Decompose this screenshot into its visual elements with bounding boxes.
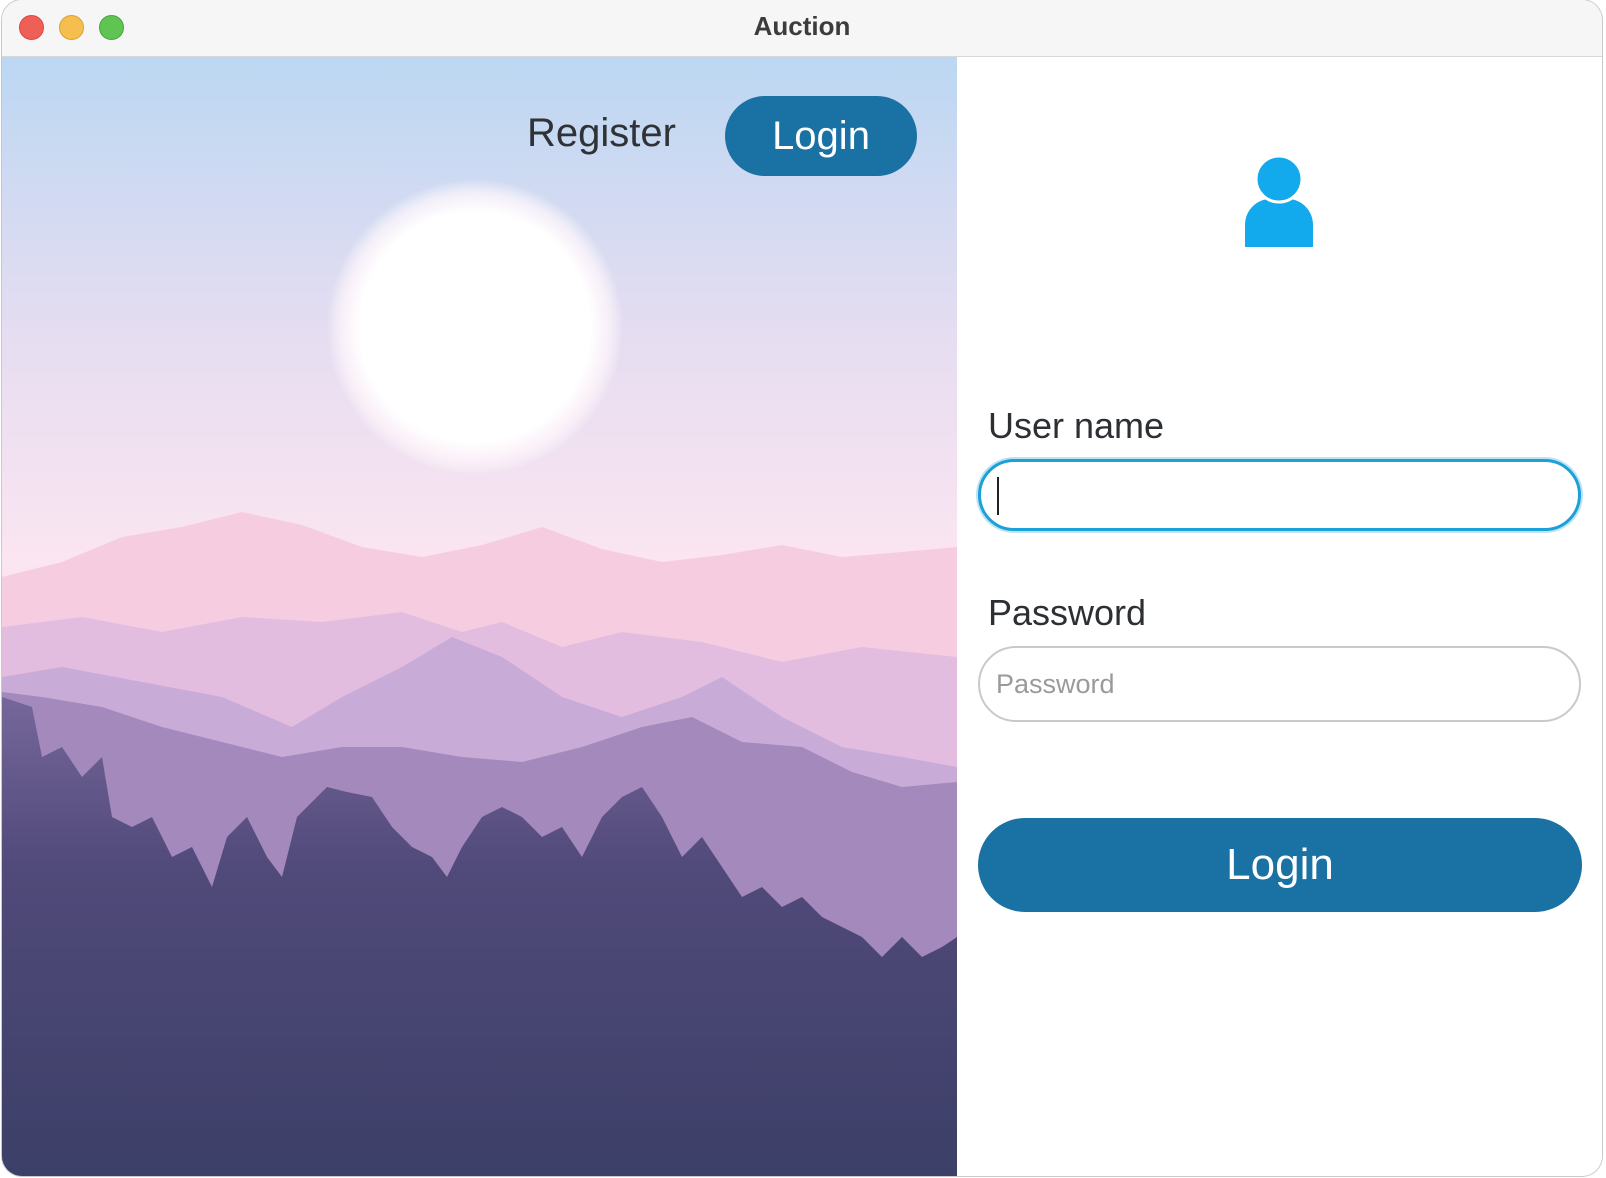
window-title: Auction [753, 11, 851, 41]
login-nav-button[interactable]: Login [725, 96, 917, 176]
register-link[interactable]: Register [527, 111, 676, 156]
user-icon [1245, 155, 1313, 247]
username-label: User name [988, 405, 1165, 446]
password-label: Password [988, 592, 1147, 633]
login-form-panel: User name Password Login [957, 57, 1602, 1176]
username-input[interactable] [978, 459, 1581, 531]
password-input[interactable] [978, 646, 1581, 722]
hero-landscape-panel: Register Login [2, 57, 957, 1176]
landscape-illustration [2, 57, 957, 1176]
login-submit-button[interactable]: Login [978, 818, 1582, 912]
app-window: Auction Register Login User name Passwor… [2, 0, 1602, 1176]
title-bar: Auction [2, 0, 1602, 57]
text-caret [997, 477, 999, 515]
